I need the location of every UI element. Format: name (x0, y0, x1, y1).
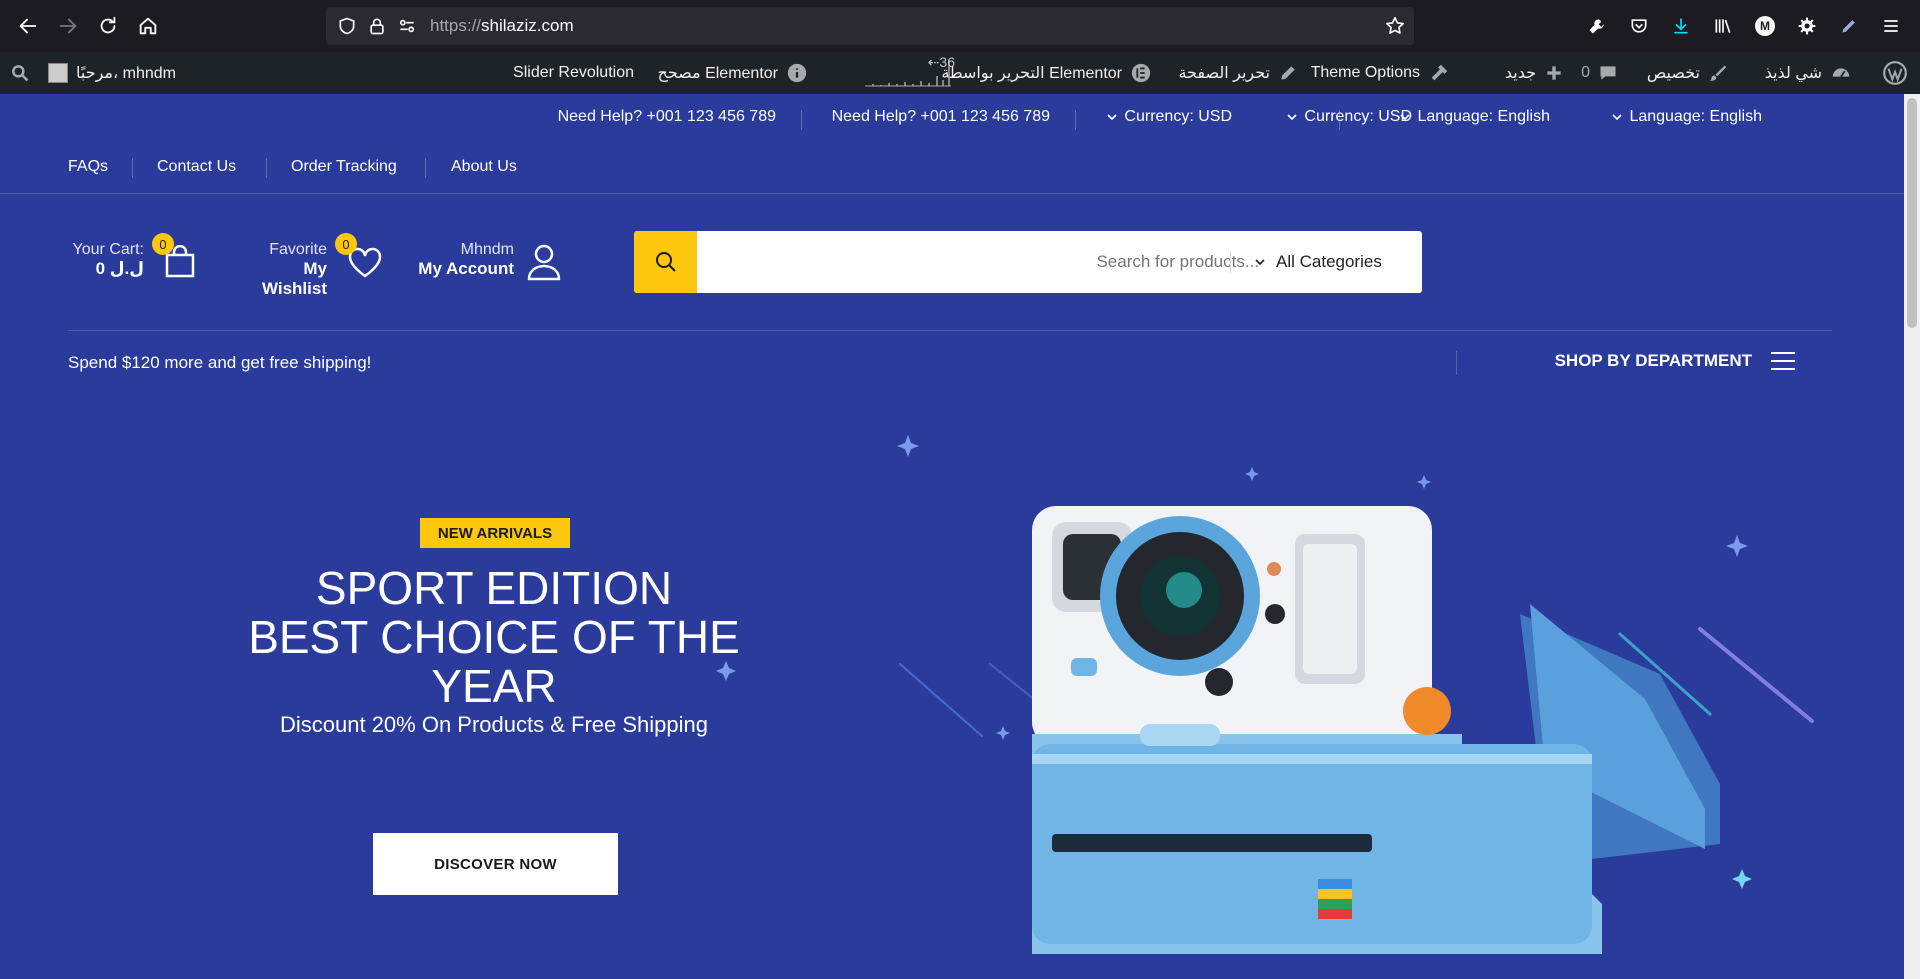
search-divider (1230, 251, 1231, 273)
url-text[interactable]: https://shilaziz.com (430, 16, 574, 36)
search-input[interactable] (714, 231, 1279, 293)
link-divider (266, 158, 267, 178)
help-phone-1[interactable]: Need Help? +001 123 456 789 (558, 108, 776, 126)
currency-select-1[interactable]: Currency: USD (1286, 108, 1412, 126)
admin-site-link[interactable]: شي لذيذ (1765, 52, 1852, 94)
new-arrivals-tag: NEW ARRIVALS (420, 518, 570, 548)
library-icon[interactable] (1702, 6, 1744, 46)
dashboard-icon (1832, 68, 1850, 78)
about-us-link[interactable]: About Us (451, 158, 517, 176)
instant-camera-image (1032, 506, 1720, 954)
bookmark-star-icon[interactable] (1384, 15, 1406, 37)
wishlist-count-badge: 0 (335, 233, 357, 255)
discover-now-button[interactable]: DISCOVER NOW (373, 833, 618, 895)
user-icon (527, 244, 561, 281)
admin-elementor-debugger-link[interactable]: مصحح Elementor (658, 52, 808, 94)
info-icon (787, 63, 807, 83)
admin-new-link[interactable]: جديد (1505, 52, 1564, 94)
chevron-down-icon (1612, 114, 1623, 121)
scrollbar-thumb[interactable] (1907, 98, 1917, 328)
permissions-icon[interactable] (392, 7, 422, 45)
plus-icon (1547, 66, 1561, 80)
site-page: Language: English Language: English Curr… (0, 94, 1920, 979)
extension-gear-icon[interactable] (1786, 6, 1828, 46)
link-divider (132, 158, 133, 178)
account-avatar-icon[interactable]: M (1744, 6, 1786, 46)
search-icon (655, 252, 676, 272)
home-icon[interactable] (128, 6, 168, 46)
download-icon[interactable] (1660, 6, 1702, 46)
wishlist-widget[interactable]: Favorite My Wishlist 0 (235, 233, 385, 298)
lock-icon[interactable] (362, 7, 392, 45)
admin-slider-revolution-link[interactable]: Slider Revolution (513, 52, 634, 94)
admin-account-link[interactable]: مرحبًا، mhndm (48, 52, 176, 94)
pen-extension-icon[interactable] (1828, 6, 1870, 46)
category-select[interactable]: All Categories (1254, 231, 1382, 293)
free-shipping-notice: Spend $120 more and get free shipping! (68, 353, 372, 372)
account-widget[interactable]: Mhndm My Account (418, 241, 568, 287)
currency-select-2[interactable]: Currency: USD (1106, 108, 1232, 126)
hamburger-icon (1771, 352, 1795, 370)
search-submit-button[interactable] (634, 231, 697, 293)
admin-theme-options-link[interactable]: Theme Options (1311, 52, 1450, 94)
forward-icon[interactable] (48, 6, 88, 46)
wordpress-logo-icon[interactable] (1882, 52, 1908, 94)
shield-icon[interactable] (332, 7, 362, 45)
info-links-bar: FAQs Contact Us Order Tracking About Us (0, 144, 1920, 194)
admin-stats-link[interactable]: ⇠36 (863, 52, 955, 94)
hero-slider: NEW ARRIVALS SPORT EDITION BEST CHOICE O… (0, 394, 1920, 979)
language-select-2[interactable]: Language: English (1611, 108, 1762, 126)
site-topbar: Language: English Language: English Curr… (0, 94, 1920, 144)
page-scrollbar[interactable] (1904, 94, 1920, 979)
department-divider (1456, 351, 1457, 375)
cart-count-badge: 0 (152, 233, 174, 255)
department-bar: Spend $120 more and get free shipping! S… (68, 330, 1832, 392)
hero-subtitle: Discount 20% On Products & Free Shipping (279, 712, 708, 737)
language-select-1[interactable]: Language: English (1399, 108, 1550, 126)
hero-heading: SPORT EDITION BEST CHOICE OF THE YEAR (248, 562, 740, 712)
admin-edit-page-link[interactable]: تحرير الصفحة (1178, 52, 1298, 94)
admin-comments-link[interactable]: 0 (1581, 52, 1618, 94)
hammer-icon (1431, 64, 1448, 81)
menu-icon[interactable] (1870, 6, 1912, 46)
chevron-down-icon (1287, 114, 1297, 121)
wp-admin-bar: شي لذيذ تخصيص 0 جديد Theme Options تحرير… (0, 52, 1920, 94)
reload-icon[interactable] (88, 6, 128, 46)
contact-us-link[interactable]: Contact Us (157, 158, 236, 176)
order-tracking-link[interactable]: Order Tracking (291, 158, 397, 176)
user-avatar (48, 63, 68, 83)
faqs-link[interactable]: FAQs (68, 158, 108, 176)
arrow-icon: ⇠ (927, 54, 940, 70)
topbar-divider (801, 110, 802, 130)
admin-elementor-edit-link[interactable]: التحرير بواسطة Elementor (941, 52, 1152, 94)
url-bar[interactable]: https://shilaziz.com (326, 7, 1414, 45)
product-search: All Categories (634, 231, 1422, 293)
brush-icon (1709, 65, 1727, 81)
pencil-icon (1281, 66, 1295, 80)
wrench-icon[interactable] (1576, 6, 1618, 46)
back-icon[interactable] (8, 6, 48, 46)
link-divider (425, 158, 426, 178)
pocket-icon[interactable] (1618, 6, 1660, 46)
admin-customize-link[interactable]: تخصيص (1647, 52, 1728, 94)
topbar-divider (1075, 110, 1076, 130)
browser-toolbar: https://shilaziz.com M (0, 0, 1920, 52)
admin-search-icon[interactable] (10, 52, 30, 94)
chevron-down-icon (1255, 259, 1265, 266)
elementor-logo-icon (1131, 63, 1151, 83)
help-phone-2[interactable]: Need Help? +001 123 456 789 (832, 108, 1050, 126)
cart-widget[interactable]: Your Cart: 0 ل.ل 0 (68, 233, 208, 287)
shop-by-department-toggle[interactable]: SHOP BY DEPARTMENT (1555, 351, 1796, 371)
chevron-down-icon (1107, 114, 1117, 121)
comment-bubble-icon (1600, 66, 1616, 80)
